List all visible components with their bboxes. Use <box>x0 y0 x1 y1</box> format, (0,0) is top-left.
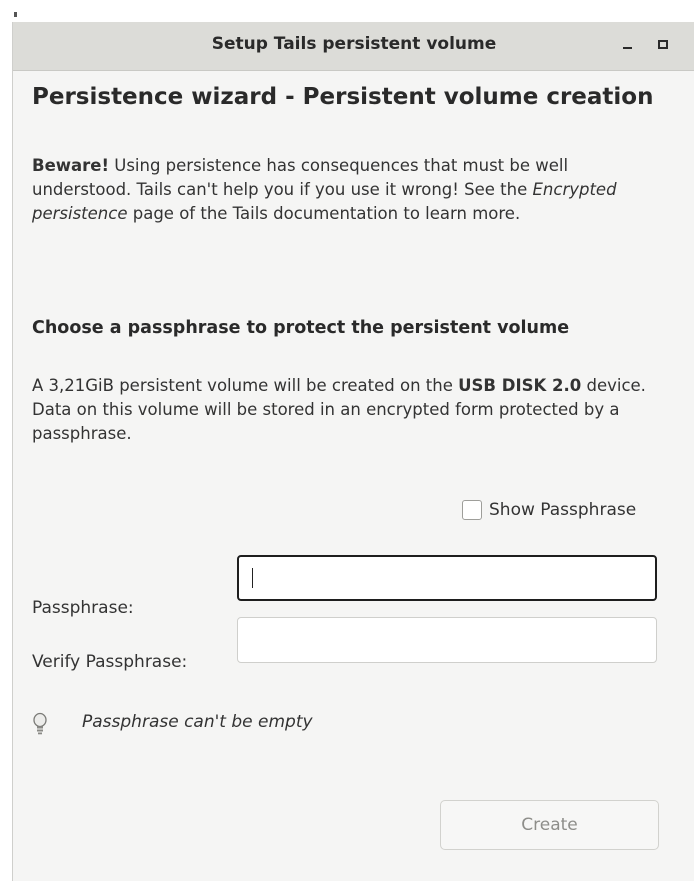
title-bar: Setup Tails persistent volume <box>13 22 694 71</box>
warning-text-1: Using persistence has consequences that … <box>32 156 569 199</box>
show-passphrase-checkbox[interactable] <box>462 500 482 520</box>
warning-paragraph: Beware! Using persistence has consequenc… <box>32 154 654 226</box>
passphrase-hint: Passphrase can't be empty <box>82 712 313 732</box>
warning-text-2: page of the Tails documentation to learn… <box>127 204 521 223</box>
wizard-heading: Persistence wizard - Persistent volume c… <box>32 84 654 110</box>
maximize-button[interactable] <box>651 32 675 56</box>
show-passphrase-toggle[interactable]: Show Passphrase <box>462 500 636 520</box>
passphrase-label: Passphrase: <box>32 598 134 618</box>
window-title: Setup Tails persistent volume <box>211 34 497 54</box>
lightbulb-icon <box>33 712 47 735</box>
minimize-button[interactable] <box>615 32 639 56</box>
text-caret <box>252 568 253 588</box>
show-passphrase-label: Show Passphrase <box>489 500 637 520</box>
create-button[interactable]: Create <box>440 800 659 850</box>
passphrase-input[interactable] <box>237 555 657 601</box>
minimize-icon <box>622 47 632 49</box>
verify-passphrase-label: Verify Passphrase: <box>32 652 188 672</box>
maximize-icon <box>658 39 668 49</box>
volume-info-paragraph: A 3,21GiB persistent volume will be crea… <box>32 374 654 446</box>
info-text-1: A 3,21GiB persistent volume will be crea… <box>32 376 459 395</box>
window-corner-mark <box>14 12 17 17</box>
device-name: USB DISK 2.0 <box>458 376 582 395</box>
verify-passphrase-input[interactable] <box>237 617 657 663</box>
dialog-window: Setup Tails persistent volume <box>12 22 694 881</box>
passphrase-subheading: Choose a passphrase to protect the persi… <box>32 318 570 338</box>
warning-bold: Beware! <box>32 156 109 175</box>
